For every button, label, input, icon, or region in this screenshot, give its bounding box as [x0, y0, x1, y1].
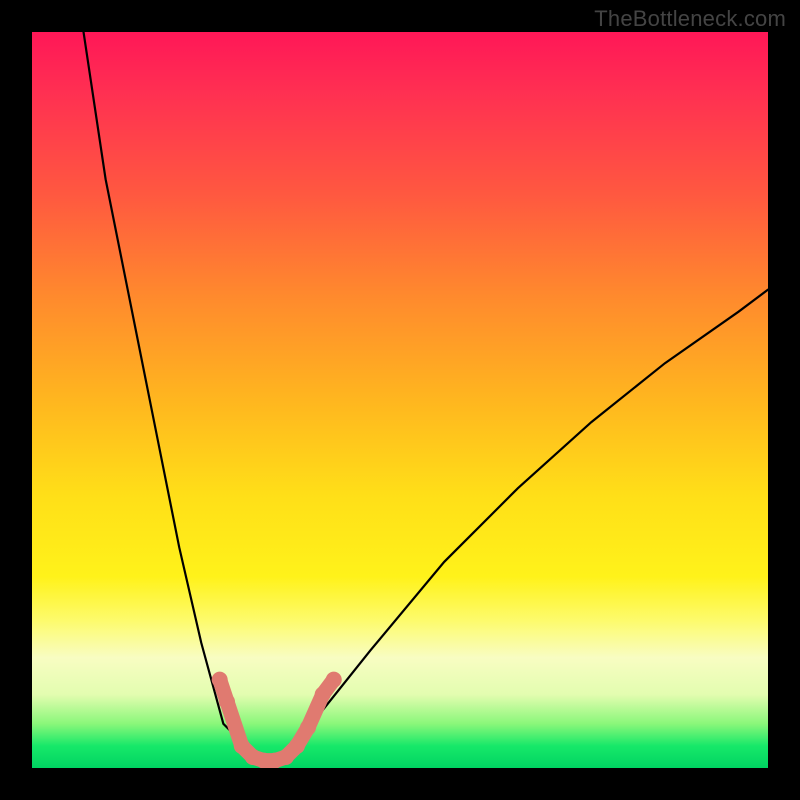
marker-dot [315, 686, 331, 702]
chart-frame: TheBottleneck.com [0, 0, 800, 800]
marker-dot [326, 672, 342, 688]
marker-dot [300, 720, 316, 736]
marker-dot [289, 738, 305, 754]
marker-dot [212, 672, 228, 688]
chart-svg [32, 32, 768, 768]
curve-left-branch [84, 32, 268, 768]
marker-group [212, 672, 342, 768]
watermark-text: TheBottleneck.com [594, 6, 786, 32]
curve-right-branch [268, 290, 768, 768]
marker-dot [219, 694, 235, 710]
plot-area [32, 32, 768, 768]
